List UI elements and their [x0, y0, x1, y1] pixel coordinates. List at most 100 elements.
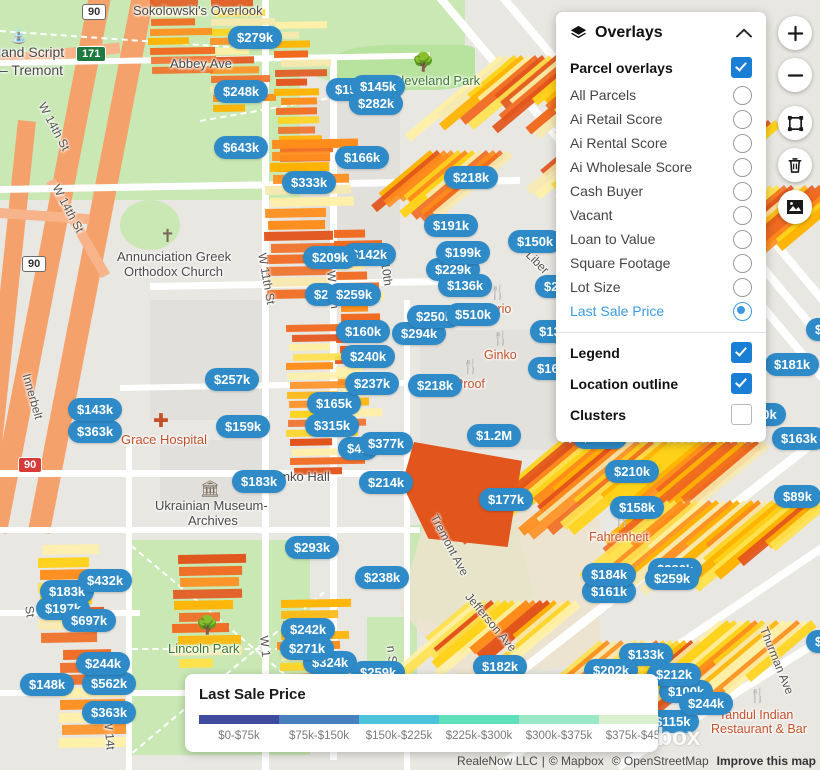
- overlay-option-ai-retail-score[interactable]: Ai Retail Score: [556, 107, 766, 131]
- price-marker[interactable]: $160k: [336, 320, 391, 343]
- price-marker[interactable]: $244k: [76, 652, 131, 675]
- overlay-toggle-clusters[interactable]: Clusters: [556, 399, 766, 430]
- parcel[interactable]: [275, 78, 307, 86]
- parcel[interactable]: [277, 116, 320, 124]
- price-marker[interactable]: $432k: [78, 569, 133, 592]
- delete-button[interactable]: [778, 148, 812, 182]
- price-marker[interactable]: $363k: [82, 701, 137, 724]
- parcel[interactable]: [289, 343, 331, 351]
- overlay-option-square-footage[interactable]: Square Footage: [556, 251, 766, 275]
- overlay-option-radio[interactable]: [733, 157, 752, 177]
- parcel-overlays-row[interactable]: Parcel overlays: [556, 52, 766, 83]
- overlay-option-ai-rental-score[interactable]: Ai Rental Score: [556, 131, 766, 155]
- map-attribution[interactable]: RealeNow LLC | © Mapbox © OpenStreetMap …: [457, 754, 816, 768]
- parcel[interactable]: [274, 49, 309, 58]
- image-layer-button[interactable]: [778, 190, 812, 224]
- price-marker[interactable]: $148k: [20, 673, 75, 696]
- chevron-up-icon[interactable]: [736, 26, 752, 41]
- parcel[interactable]: [277, 125, 315, 134]
- price-marker[interactable]: $: [806, 318, 820, 341]
- overlay-toggle-location-outline[interactable]: Location outline: [556, 368, 766, 399]
- attrib-mapbox[interactable]: © Mapbox: [549, 754, 604, 768]
- map-controls[interactable]: [778, 16, 812, 232]
- price-marker[interactable]: $177k: [479, 488, 534, 511]
- parcel[interactable]: [275, 68, 328, 77]
- price-marker[interactable]: $184k: [582, 563, 637, 586]
- parcel[interactable]: [268, 219, 326, 230]
- price-marker[interactable]: $166k: [335, 146, 390, 169]
- price-marker[interactable]: $158k: [610, 496, 665, 519]
- parcel[interactable]: [149, 46, 215, 55]
- price-marker[interactable]: $163k: [772, 427, 820, 450]
- overlay-toggle-checkbox[interactable]: [731, 373, 752, 394]
- price-marker[interactable]: $143k: [68, 398, 123, 421]
- price-marker[interactable]: $259k: [327, 283, 382, 306]
- price-marker[interactable]: $271k: [280, 637, 335, 660]
- price-marker[interactable]: $218k: [408, 374, 463, 397]
- price-marker[interactable]: $210k: [605, 460, 660, 483]
- overlay-option-ai-wholesale-score[interactable]: Ai Wholesale Score: [556, 155, 766, 179]
- parcel[interactable]: [178, 657, 214, 668]
- parcel[interactable]: [334, 229, 365, 238]
- overlay-option-lot-size[interactable]: Lot Size: [556, 275, 766, 299]
- attrib-improve-map[interactable]: Improve this map: [717, 754, 816, 768]
- overlay-option-radio[interactable]: [733, 133, 752, 153]
- price-marker[interactable]: $238k: [355, 566, 410, 589]
- price-marker[interactable]: $244k: [679, 692, 734, 715]
- price-marker[interactable]: $363k: [68, 420, 123, 443]
- attrib-osm[interactable]: © OpenStreetMap: [612, 754, 709, 768]
- parcel[interactable]: [271, 150, 330, 161]
- price-marker[interactable]: $159k: [216, 415, 271, 438]
- overlays-panel-header[interactable]: Overlays: [556, 12, 766, 52]
- zoom-in-button[interactable]: [778, 16, 812, 50]
- parcel[interactable]: [293, 352, 344, 361]
- parcel[interactable]: [291, 447, 338, 456]
- zoom-out-button[interactable]: [778, 58, 812, 92]
- overlay-option-radio[interactable]: [733, 253, 752, 273]
- parcel[interactable]: [37, 556, 90, 568]
- price-marker[interactable]: $510k: [446, 303, 501, 326]
- parcel[interactable]: [179, 565, 243, 576]
- parcel[interactable]: [211, 17, 276, 26]
- parcel[interactable]: [289, 438, 333, 446]
- parcel[interactable]: [292, 333, 343, 342]
- parcel[interactable]: [275, 21, 328, 29]
- price-marker[interactable]: $333k: [282, 171, 337, 194]
- price-marker[interactable]: $240k: [341, 345, 396, 368]
- parcel[interactable]: [177, 553, 246, 564]
- overlay-option-radio[interactable]: [733, 109, 752, 129]
- overlay-option-radio[interactable]: [733, 181, 752, 201]
- price-marker[interactable]: $1.2M: [467, 424, 522, 447]
- price-marker[interactable]: $214k: [359, 471, 414, 494]
- price-marker[interactable]: $279k: [228, 26, 283, 49]
- price-marker[interactable]: $293k: [285, 536, 340, 559]
- parcel[interactable]: [274, 87, 319, 96]
- overlay-option-radio[interactable]: [733, 85, 752, 105]
- parcel[interactable]: [280, 59, 331, 67]
- price-marker[interactable]: $259k: [645, 567, 700, 590]
- overlay-option-radio[interactable]: [733, 229, 752, 249]
- overlay-option-last-sale-price[interactable]: Last Sale Price: [556, 299, 766, 323]
- parcel[interactable]: [179, 576, 239, 587]
- price-marker[interactable]: $562k: [82, 672, 137, 695]
- price-marker[interactable]: $248k: [214, 80, 269, 103]
- price-marker[interactable]: $237k: [345, 372, 400, 395]
- parcel[interactable]: [285, 362, 334, 370]
- overlay-option-vacant[interactable]: Vacant: [556, 203, 766, 227]
- price-marker[interactable]: $697k: [62, 609, 117, 632]
- price-marker[interactable]: $183k: [232, 470, 287, 493]
- price-marker[interactable]: $89k: [774, 485, 820, 508]
- parcel[interactable]: [174, 599, 234, 610]
- price-marker[interactable]: $199k: [436, 241, 491, 264]
- parcel[interactable]: [335, 271, 367, 280]
- parcel-overlays-checkbox[interactable]: [731, 57, 752, 78]
- overlays-panel[interactable]: Overlays Parcel overlays All Parcels Ai R…: [556, 12, 766, 442]
- parcel[interactable]: [270, 196, 355, 207]
- price-marker[interactable]: $136k: [438, 274, 493, 297]
- price-marker[interactable]: $218k: [444, 166, 499, 189]
- parcel[interactable]: [213, 103, 246, 112]
- overlay-option-cash-buyer[interactable]: Cash Buyer: [556, 179, 766, 203]
- parcel[interactable]: [148, 37, 190, 45]
- price-marker[interactable]: $165k: [307, 392, 362, 415]
- parcel[interactable]: [150, 27, 213, 36]
